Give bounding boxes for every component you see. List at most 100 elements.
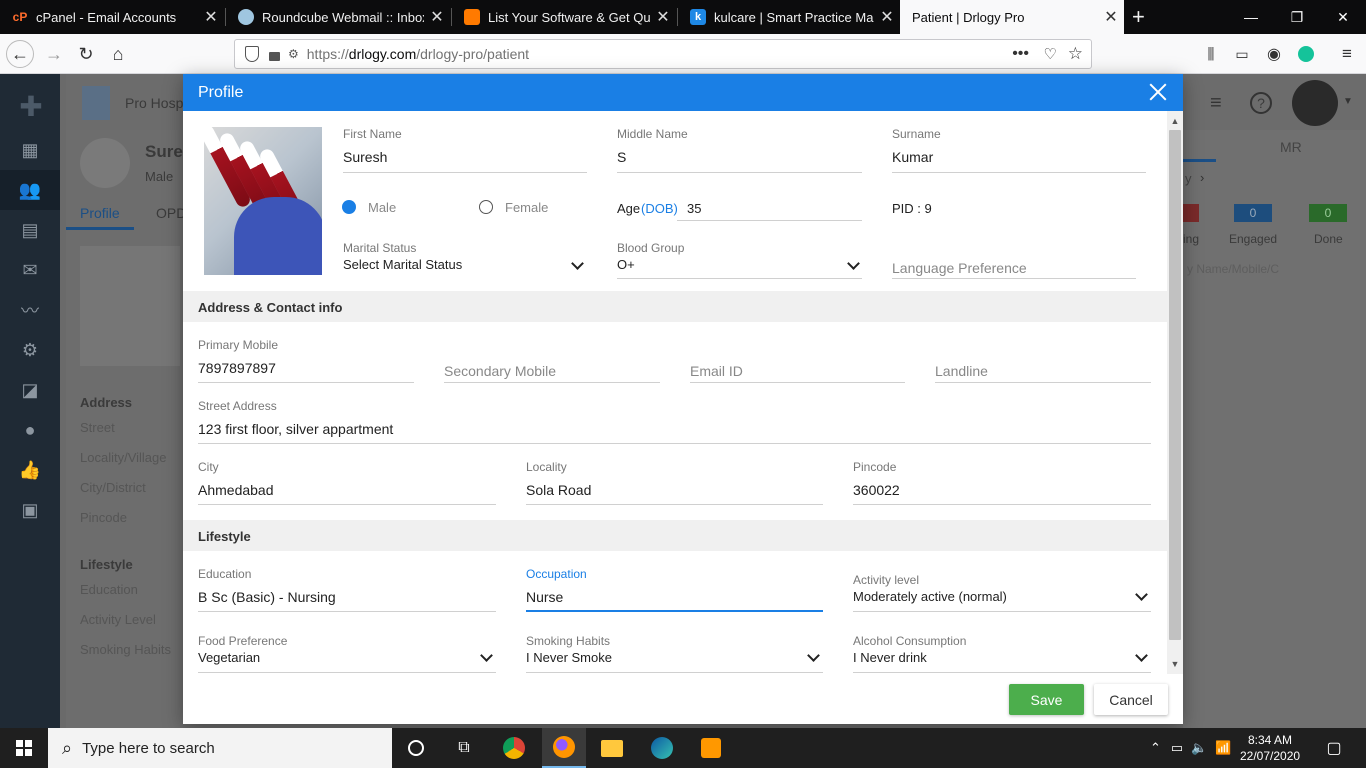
email-field[interactable]: Email ID <box>690 359 905 384</box>
street-address-field[interactable]: Street Address 123 first floor, silver a… <box>198 399 1151 445</box>
bg-chevron-right-icon[interactable]: › <box>1200 170 1204 185</box>
landline-field[interactable]: Landline <box>935 359 1151 384</box>
bg-list-icon[interactable]: ≡ <box>1210 92 1222 115</box>
permissions-icon[interactable]: ⚙ <box>288 47 299 61</box>
gender-male-label[interactable]: Male <box>368 200 396 215</box>
show-hidden-icons[interactable]: ⌃ <box>1150 740 1161 756</box>
battery-icon[interactable]: ▭ <box>1171 740 1183 756</box>
primary-mobile-value[interactable]: 7897897897 <box>198 360 276 376</box>
primary-mobile-field[interactable]: Primary Mobile 7897897897 <box>198 338 414 384</box>
minimize-icon[interactable]: — <box>1228 0 1274 34</box>
surname-field[interactable]: Surname Kumar <box>892 127 1146 173</box>
age-value[interactable]: 35 <box>687 201 701 216</box>
grammarly-icon[interactable] <box>1292 40 1320 68</box>
gender-male-radio[interactable] <box>342 200 356 214</box>
blood-group-value[interactable]: O+ <box>617 257 635 272</box>
bookmark-star-icon[interactable]: ☆ <box>1068 44 1083 64</box>
page-actions-icon[interactable]: ••• <box>1012 45 1029 63</box>
tab-drlogy-active[interactable]: Patient | Drlogy Pro ✕ <box>900 0 1124 34</box>
file-explorer-icon[interactable] <box>598 734 626 762</box>
sublime-text-icon[interactable] <box>697 734 725 762</box>
gender-female-radio[interactable] <box>479 200 493 214</box>
middle-name-value[interactable]: S <box>617 149 626 165</box>
scroll-up-icon[interactable]: ▲ <box>1167 113 1183 129</box>
patients-icon[interactable]: 👥 <box>18 178 42 202</box>
analytics-icon[interactable]: 〰 <box>18 298 42 322</box>
pocket-icon[interactable]: ♡ <box>1044 45 1057 63</box>
patient-photo[interactable] <box>204 127 322 275</box>
food-preference-select[interactable]: Food Preference Vegetarian <box>198 634 496 674</box>
cortana-icon[interactable] <box>402 734 430 762</box>
tab-kulcare[interactable]: k kulcare | Smart Practice Manag ✕ <box>678 0 900 34</box>
doctor-avatar[interactable] <box>1292 80 1338 126</box>
firefox-icon[interactable] <box>542 728 586 768</box>
secondary-mobile-field[interactable]: Secondary Mobile <box>444 359 660 384</box>
volume-icon[interactable]: 🔈 <box>1191 740 1207 756</box>
network-icon[interactable]: 📶 <box>1215 740 1231 756</box>
lock-icon[interactable] <box>269 51 280 61</box>
calendar-icon[interactable]: ▦ <box>18 138 42 162</box>
chevron-down-icon[interactable] <box>480 649 493 662</box>
city-value[interactable]: Ahmedabad <box>198 482 274 498</box>
email-placeholder[interactable]: Email ID <box>690 363 743 379</box>
library-icon[interactable]: ⫼ <box>1197 40 1225 68</box>
occupation-value[interactable]: Nurse <box>526 589 563 605</box>
secondary-mobile-placeholder[interactable]: Secondary Mobile <box>444 363 556 379</box>
reports-icon[interactable]: ◪ <box>18 378 42 402</box>
blood-group-select[interactable]: Blood Group O+ <box>617 241 862 279</box>
task-view-icon[interactable]: ⧉ <box>450 734 478 762</box>
scroll-thumb[interactable] <box>1169 130 1181 640</box>
close-tab-icon[interactable]: ✕ <box>874 7 900 27</box>
taskbar-search[interactable]: ⌕ Type here to search <box>48 728 392 768</box>
chevron-down-icon[interactable] <box>847 257 860 270</box>
url-bar[interactable]: ⚙ https://drlogy.com/drlogy-pro/patient … <box>234 39 1092 69</box>
locality-field[interactable]: Locality Sola Road <box>526 460 823 506</box>
pincode-field[interactable]: Pincode 360022 <box>853 460 1151 506</box>
education-value[interactable]: B Sc (Basic) - Nursing <box>198 589 336 605</box>
settings-icon[interactable]: ⚙ <box>18 338 42 362</box>
shield-icon[interactable] <box>245 46 259 62</box>
close-tab-icon[interactable]: ✕ <box>650 7 676 27</box>
language-placeholder[interactable]: Language Preference <box>892 260 1027 276</box>
clipboard-icon[interactable]: ▤ <box>18 218 42 242</box>
bg-tab-mr[interactable]: MR <box>1280 139 1302 155</box>
activity-level-select[interactable]: Activity level Moderately active (normal… <box>853 573 1151 613</box>
bg-tab-profile[interactable]: Profile <box>80 205 120 221</box>
tab-list-software[interactable]: List Your Software & Get Qualif ✕ <box>452 0 676 34</box>
close-tab-icon[interactable]: ✕ <box>1098 7 1124 27</box>
education-field[interactable]: Education B Sc (Basic) - Nursing <box>198 567 496 613</box>
forward-icon[interactable]: → <box>40 40 68 68</box>
chevron-down-icon[interactable] <box>571 257 584 270</box>
avatar-chevron-icon[interactable]: ▼ <box>1343 96 1353 107</box>
home-icon[interactable]: ⌂ <box>104 40 132 68</box>
bg-tab-opd[interactable]: OPD <box>156 205 186 221</box>
mail-icon[interactable]: ✉ <box>18 258 42 282</box>
reload-icon[interactable]: ↻ <box>72 40 100 68</box>
new-tab-button[interactable]: + <box>1126 0 1156 34</box>
alcohol-consumption-select[interactable]: Alcohol Consumption I Never drink <box>853 634 1151 674</box>
close-icon[interactable] <box>1147 81 1169 103</box>
taskbar-clock[interactable]: 8:34 AM 22/07/2020 <box>1240 732 1300 764</box>
modal-scrollbar[interactable]: ▲ ▼ <box>1167 111 1183 674</box>
landline-placeholder[interactable]: Landline <box>935 363 988 379</box>
sidebar-toggle-icon[interactable]: ▭ <box>1228 40 1256 68</box>
cancel-button[interactable]: Cancel <box>1094 684 1168 715</box>
restore-icon[interactable]: ❐ <box>1274 0 1320 34</box>
locality-value[interactable]: Sola Road <box>526 482 591 498</box>
marital-status-select[interactable]: Marital Status Select Marital Status <box>343 241 587 279</box>
scroll-down-icon[interactable]: ▼ <box>1167 656 1183 672</box>
close-tab-icon[interactable]: ✕ <box>198 7 224 27</box>
chevron-down-icon[interactable] <box>1135 649 1148 662</box>
taskbar-search-placeholder[interactable]: Type here to search <box>82 740 215 757</box>
bg-right-link[interactable]: y <box>1185 171 1192 186</box>
chrome-icon[interactable] <box>500 734 528 762</box>
pincode-value[interactable]: 360022 <box>853 482 900 498</box>
street-address-value[interactable]: 123 first floor, silver appartment <box>198 421 393 437</box>
menu-icon[interactable]: ≡ <box>1333 40 1361 68</box>
language-preference-field[interactable]: Language Preference <box>892 256 1136 280</box>
bg-right-search[interactable]: y Name/Mobile/C <box>1187 262 1279 276</box>
account-icon[interactable]: ◉ <box>1260 40 1288 68</box>
smoking-habits-select[interactable]: Smoking Habits I Never Smoke <box>526 634 823 674</box>
edge-icon[interactable] <box>648 734 676 762</box>
first-name-value[interactable]: Suresh <box>343 149 387 165</box>
